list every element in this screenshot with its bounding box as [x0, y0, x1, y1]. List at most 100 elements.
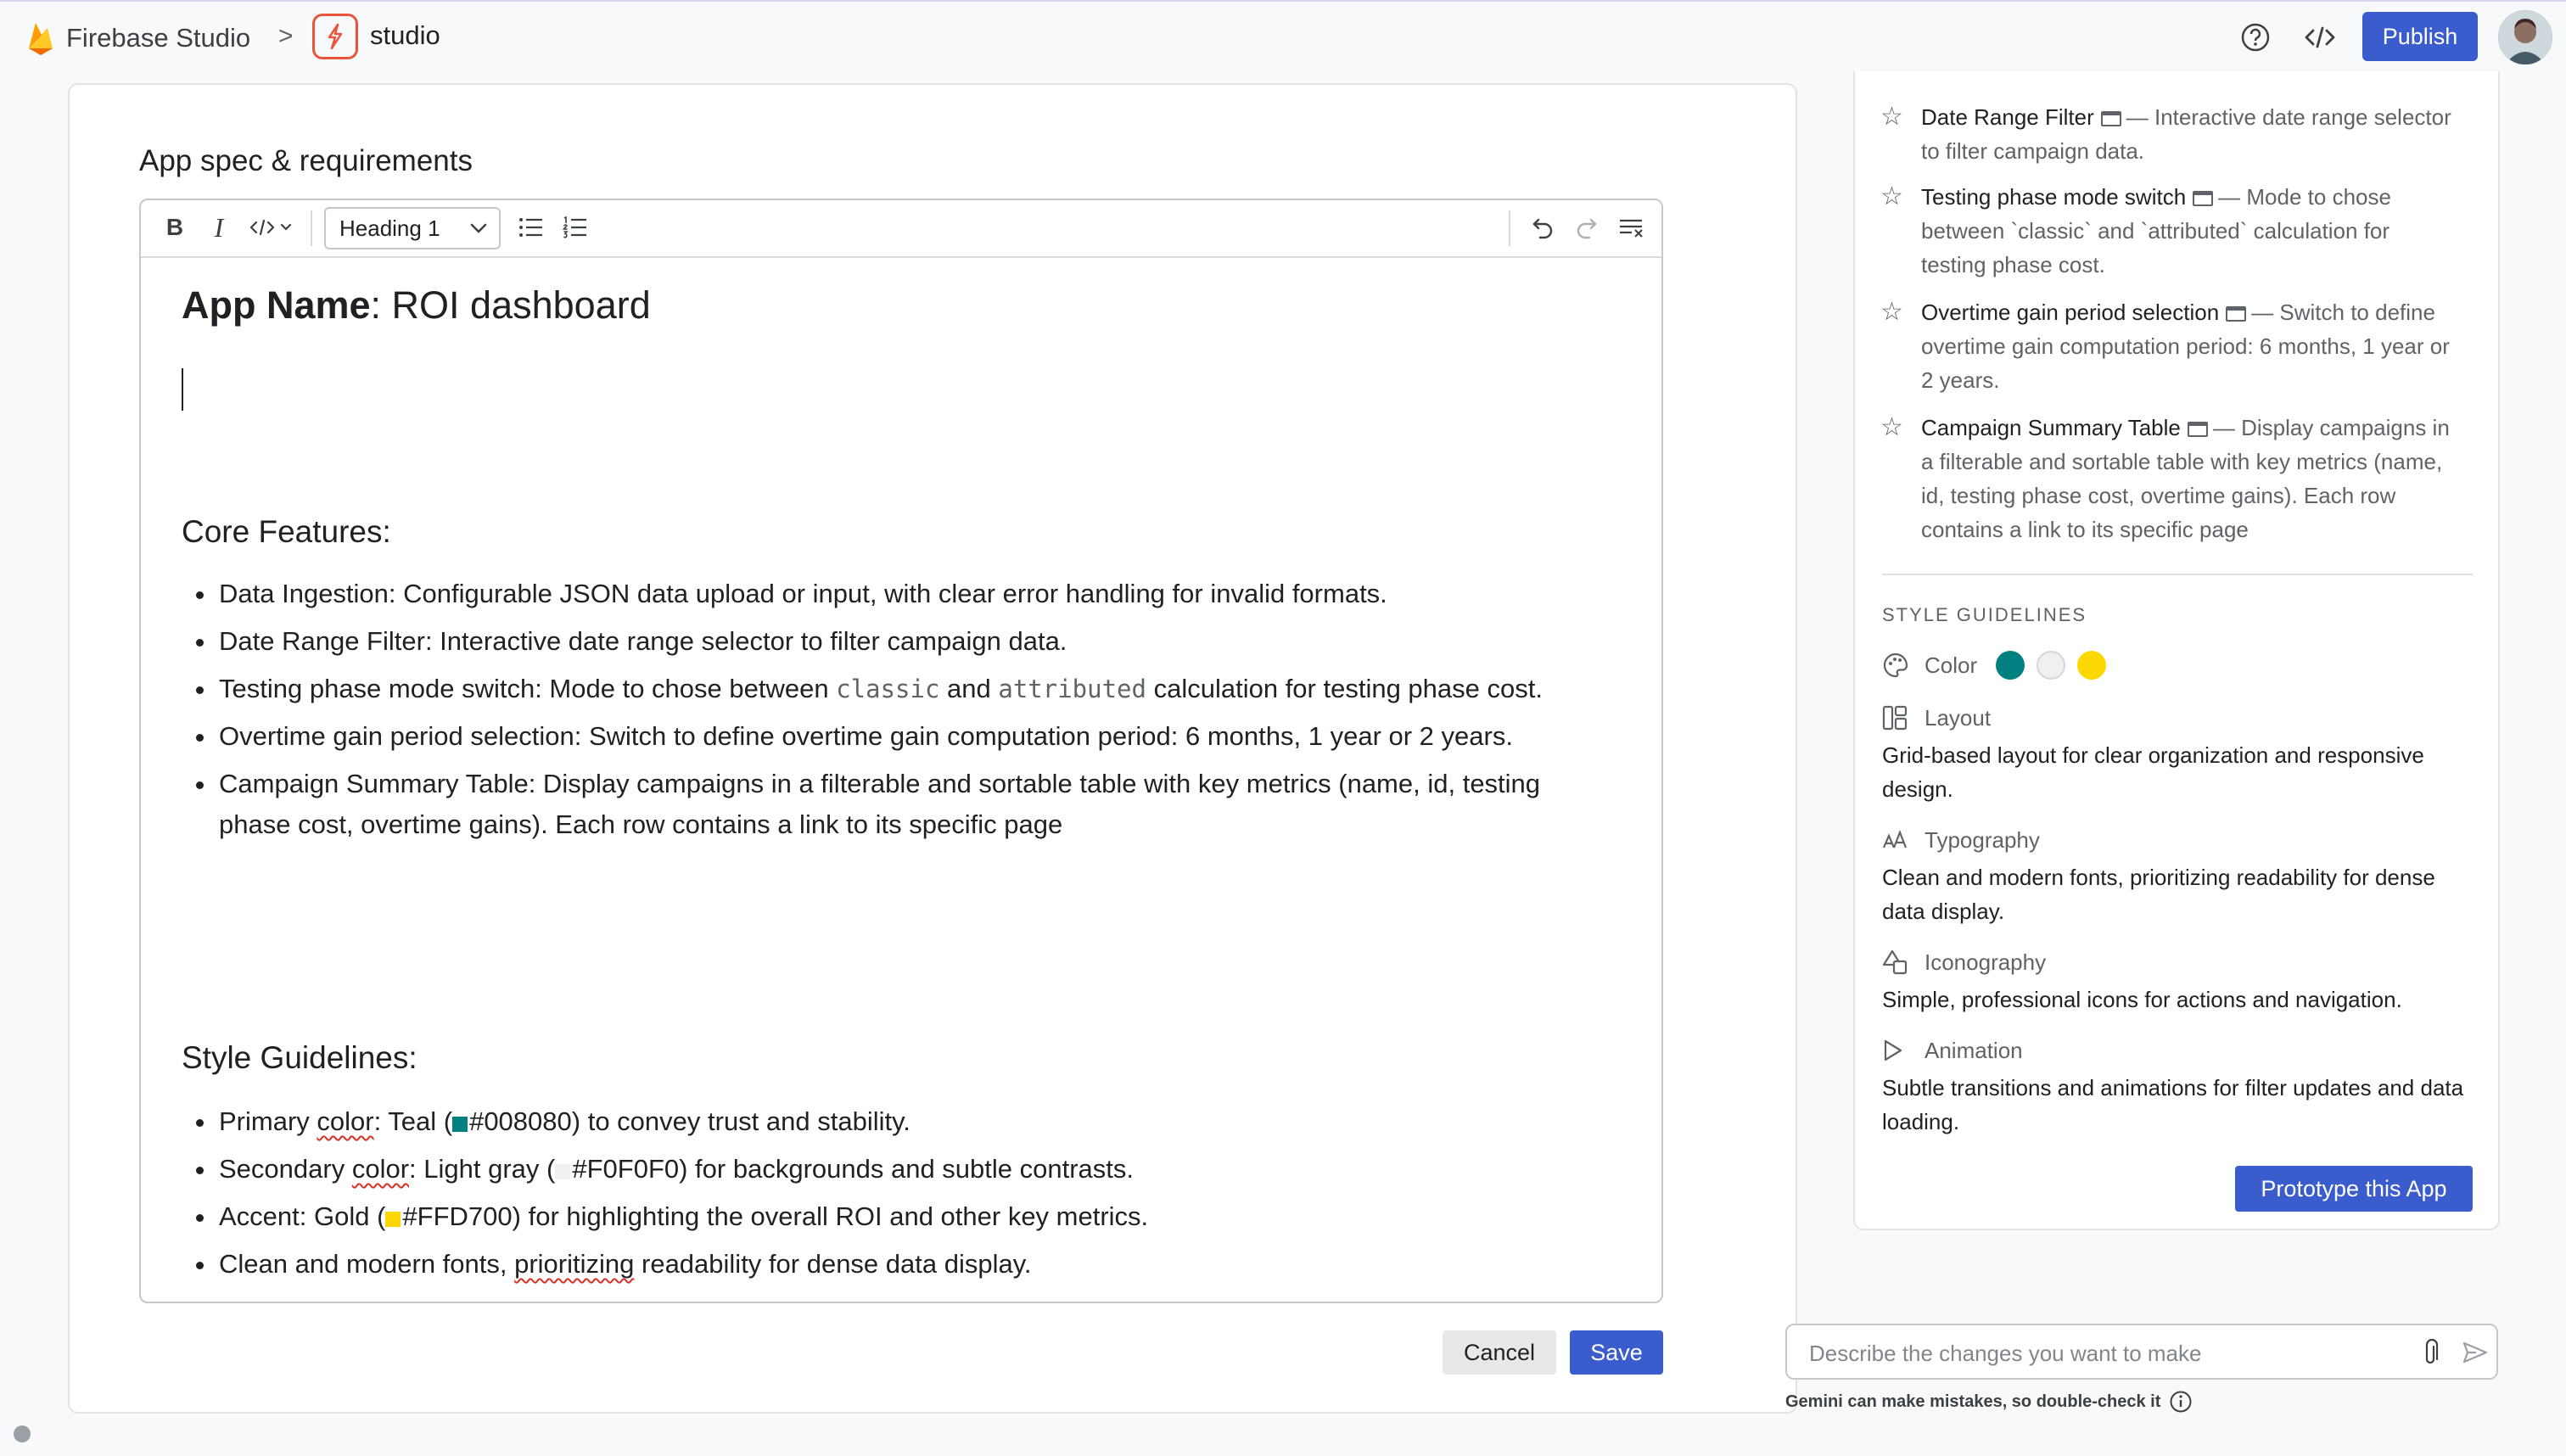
undo-icon	[1532, 218, 1553, 239]
star-icon: ☆	[1880, 182, 1903, 210]
help-icon[interactable]	[2237, 19, 2274, 56]
misspelled-word[interactable]: color	[352, 1154, 409, 1184]
spec-title: App spec & requirements	[139, 144, 473, 177]
bullet-list-button[interactable]	[514, 209, 548, 246]
app-blueprint-panel: ☆ Date Range Filter — Interactive date ra…	[1853, 71, 2500, 1230]
item-text: ) for highlighting the overall ROI and o…	[512, 1201, 1149, 1231]
shapes-icon	[1882, 947, 1916, 977]
code-format-button[interactable]	[246, 209, 297, 246]
component-icon	[2193, 191, 2214, 206]
brand-link[interactable]: Firebase Studio	[25, 19, 250, 58]
redo-icon	[1577, 218, 1597, 239]
feature-item-campaign-table: ☆ Campaign Summary Table — Display campai…	[1880, 411, 2457, 546]
list-item: Secondary color: Light gray (#F0F0F0) fo…	[182, 1149, 1548, 1190]
component-icon	[2226, 306, 2247, 322]
color-swatch	[385, 1212, 401, 1227]
color-swatch-accent	[2077, 651, 2107, 680]
color-swatch	[452, 1117, 468, 1132]
list-item: Accent: Gold ( #FFD700) for highlighting …	[182, 1196, 1548, 1237]
cancel-button[interactable]: Cancel	[1443, 1330, 1556, 1375]
chat-input-box	[1785, 1324, 2498, 1380]
bullet-list-icon	[519, 218, 542, 237]
star-icon: ☆	[1880, 103, 1903, 131]
list-item: Date Range Filter: Interactive date rang…	[182, 621, 1548, 662]
feature-item-date-range-filter: ☆ Date Range Filter — Interactive date ra…	[1880, 100, 2457, 168]
undo-button[interactable]	[1526, 209, 1560, 246]
list-item: Clean and modern fonts, prioritizing rea…	[182, 1244, 1548, 1285]
list-item: Overtime gain period selection: Switch t…	[182, 716, 1548, 757]
component-icon	[2187, 422, 2208, 437]
chat-input[interactable]	[1807, 1336, 2405, 1371]
list-item: Campaign Summary Table: Display campaign…	[182, 764, 1548, 845]
numbered-list-button[interactable]	[558, 209, 592, 246]
inline-code: classic	[836, 675, 940, 703]
clear-format-button[interactable]	[1614, 209, 1648, 246]
hex-code: #FFD700	[402, 1201, 513, 1231]
core-features-list: Data Ingestion: Configurable JSON data u…	[182, 574, 1548, 852]
bold-button[interactable]: B	[160, 209, 190, 246]
misspelled-word[interactable]: color	[317, 1106, 373, 1136]
text-caret	[182, 368, 183, 411]
send-icon[interactable]	[2462, 1341, 2488, 1364]
list-item: Primary color: Teal (#008080) to convey …	[182, 1101, 1548, 1142]
prototype-app-button[interactable]: Prototype this App	[2235, 1166, 2473, 1212]
spec-editor-card: App spec & requirements B I Heading 1 Ap…	[68, 83, 1797, 1414]
item-text: Primary	[219, 1106, 317, 1136]
list-item: Testing phase mode switch: Mode to chose…	[182, 669, 1548, 709]
feature-item-overtime-gain: ☆ Overtime gain period selection — Switch…	[1880, 295, 2457, 397]
item-text: Secondary	[219, 1154, 352, 1184]
item-text: Accent: Gold (	[219, 1201, 386, 1231]
play-icon	[1882, 1035, 1916, 1066]
color-label: Color	[1924, 652, 1978, 678]
animation-label: Animation	[1924, 1037, 2023, 1063]
breadcrumb-separator: >	[278, 22, 294, 50]
item-text: and	[939, 674, 999, 703]
editor-toolbar: B I Heading 1	[141, 200, 1661, 258]
style-guidelines-list: Primary color: Teal (#008080) to convey …	[182, 1101, 1548, 1291]
component-icon	[2100, 111, 2121, 126]
divider	[1882, 574, 2473, 575]
rich-text-editor[interactable]: B I Heading 1 App Name: ROI dashboard Co…	[139, 199, 1663, 1303]
numbered-list-icon	[563, 216, 586, 238]
studio-logo-icon	[312, 14, 358, 59]
color-swatch	[555, 1164, 571, 1179]
hex-code: #F0F0F0	[572, 1154, 680, 1184]
save-button[interactable]: Save	[1570, 1330, 1663, 1375]
status-indicator	[14, 1425, 31, 1442]
list-item: Data Ingestion: Configurable JSON data u…	[182, 574, 1548, 614]
layout-icon	[1882, 703, 1916, 733]
user-avatar[interactable]	[2498, 10, 2552, 64]
feature-name: Campaign Summary Table	[1921, 415, 2181, 440]
code-view-icon[interactable]	[2301, 19, 2339, 56]
palette-icon	[1882, 650, 1916, 680]
iconography-description: Simple, professional icons for actions a…	[1882, 987, 2402, 1012]
layout-label: Layout	[1924, 704, 1992, 731]
paperclip-icon[interactable]	[2420, 1339, 2440, 1368]
typography-description: Clean and modern fonts, prioritizing rea…	[1882, 865, 2435, 924]
project-name[interactable]: studio	[370, 20, 440, 51]
firebase-flame-icon	[29, 23, 53, 55]
redo-button[interactable]	[1570, 209, 1604, 246]
clear-format-icon	[1620, 219, 1643, 238]
color-row: Color	[1882, 650, 2107, 680]
italic-button[interactable]: I	[204, 209, 234, 246]
inline-code: attributed	[998, 675, 1146, 703]
style-guidelines-header: STYLE GUIDELINES	[1882, 604, 2087, 625]
info-icon[interactable]	[2169, 1390, 2193, 1414]
typography-label: Typography	[1924, 826, 2040, 853]
layout-row: Layout	[1882, 703, 1991, 733]
publish-button[interactable]: Publish	[2362, 12, 2478, 61]
iconography-row: Iconography	[1882, 947, 2046, 977]
ai-disclaimer: Gemini can make mistakes, so double-chec…	[1785, 1390, 2193, 1414]
brand-name: Firebase Studio	[66, 23, 251, 53]
text-size-icon	[1882, 825, 1916, 855]
animation-row: Animation	[1882, 1035, 2023, 1066]
feature-name: Date Range Filter	[1921, 104, 2094, 130]
misspelled-word[interactable]: prioritizing	[514, 1249, 634, 1279]
core-features-heading: Core Features:	[182, 514, 391, 549]
item-text: : Teal (	[373, 1106, 453, 1136]
feature-name: Testing phase mode switch	[1921, 184, 2187, 210]
item-text: : Light gray (	[409, 1154, 556, 1184]
heading-select[interactable]: Heading 1	[324, 207, 501, 249]
item-text: calculation for testing phase cost.	[1146, 674, 1543, 703]
